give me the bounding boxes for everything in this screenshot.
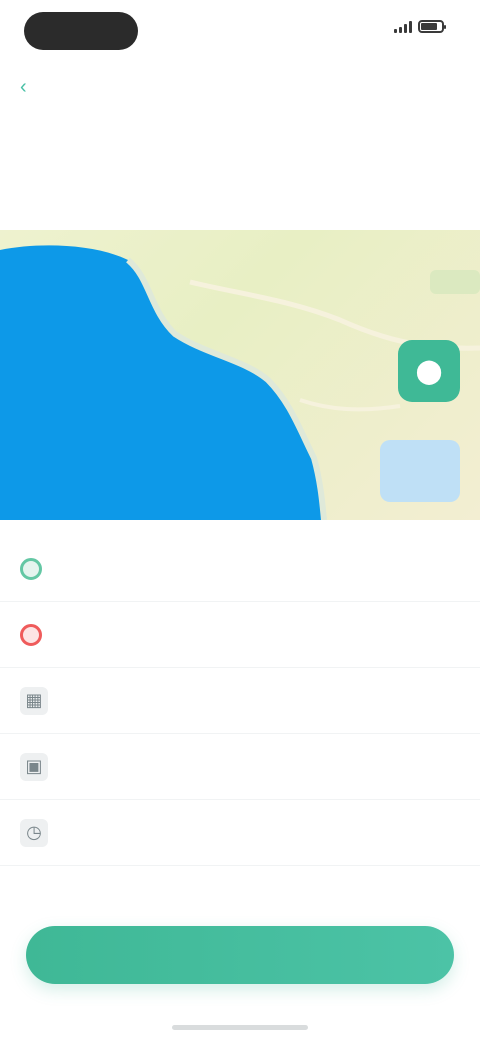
map-location-pin[interactable]: ⬤: [398, 340, 460, 402]
map-thumbnail[interactable]: [380, 440, 460, 502]
primary-action-button[interactable]: [26, 926, 454, 984]
location-pin-icon: ⬤: [415, 357, 443, 385]
start-dot-icon: [20, 557, 42, 580]
end-location-row[interactable]: [0, 602, 480, 668]
battery-icon: [418, 20, 446, 33]
map-water: [0, 245, 324, 520]
signal-icon: [394, 20, 412, 33]
summary-line-1: [0, 152, 480, 176]
start-location-row[interactable]: [0, 536, 480, 602]
trip-details-list: ▦ ▣ ◷: [0, 536, 480, 866]
info-row-1[interactable]: ▦: [0, 668, 480, 734]
chevron-left-icon: ‹: [20, 76, 27, 98]
info-row-2[interactable]: ▣: [0, 734, 480, 800]
battery-level: [421, 23, 437, 30]
trip-summary: [0, 140, 480, 230]
map-park: [430, 270, 480, 294]
status-bar: [0, 0, 480, 62]
trip-detail-screen: ‹ ⬤ ▦ ▣ ◷: [0, 0, 480, 1040]
car-icon: ▣: [20, 752, 48, 781]
back-button[interactable]: ‹: [20, 74, 31, 100]
calendar-icon: ▦: [20, 686, 48, 715]
end-dot-icon: [20, 623, 42, 646]
nav-header: ‹: [0, 62, 480, 112]
status-time: [24, 12, 138, 50]
summary-line-2: [0, 190, 480, 214]
time-range-row[interactable]: ◷: [0, 800, 480, 866]
map-road-2: [299, 398, 401, 412]
status-icons: [394, 20, 446, 33]
home-indicator: [172, 1025, 308, 1030]
clock-icon: ◷: [20, 818, 48, 847]
